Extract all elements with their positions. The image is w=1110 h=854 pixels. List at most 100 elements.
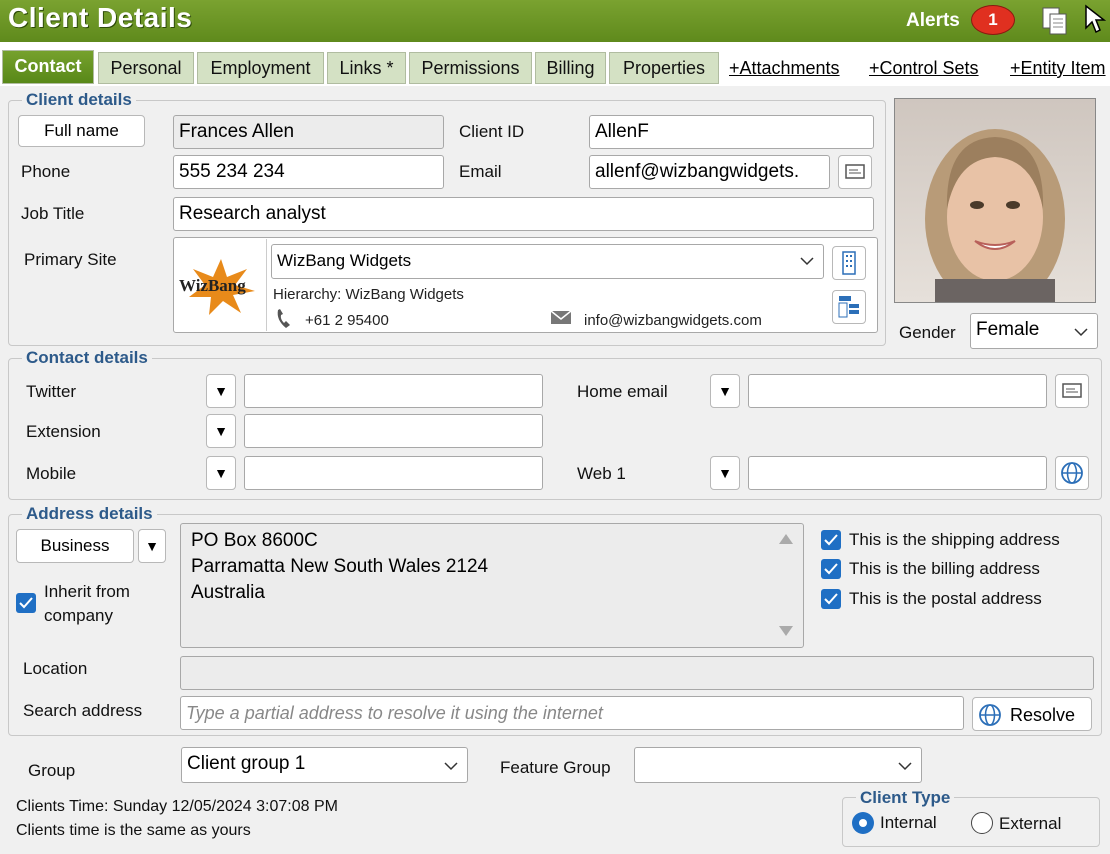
address-details-legend: Address details (22, 504, 157, 524)
globe-icon (979, 704, 1001, 726)
site-select-value: WizBang Widgets (277, 251, 412, 270)
internal-radio[interactable] (852, 812, 874, 834)
tab-contact[interactable]: Contact (2, 50, 94, 84)
client-id-field[interactable]: AllenF (589, 115, 874, 149)
address-line-2: Parramatta New South Wales 2124 (191, 556, 489, 577)
web-open-button[interactable] (1055, 456, 1089, 490)
job-title-label: Job Title (21, 204, 85, 223)
client-details-legend: Client details (22, 90, 136, 110)
mobile-type-dropdown[interactable]: ▼ (206, 456, 236, 490)
entity-item-link[interactable]: +Entity Item (1010, 58, 1110, 79)
home-email-field[interactable] (748, 374, 1047, 408)
scroll-down-icon[interactable] (779, 626, 793, 636)
billing-checkbox[interactable] (821, 559, 841, 579)
gender-value: Female (976, 319, 1040, 340)
group-label: Group (28, 761, 76, 780)
external-label: External (999, 814, 1062, 833)
clients-time: Clients Time: Sunday 12/05/2024 3:07:08 … (16, 798, 338, 815)
extension-label: Extension (26, 422, 101, 441)
inherit-checkbox[interactable] (16, 593, 36, 613)
site-select[interactable]: WizBang Widgets (271, 244, 824, 279)
extension-field[interactable] (244, 414, 543, 448)
feature-group-label: Feature Group (500, 758, 611, 777)
chevron-down-icon (444, 762, 458, 771)
tab-employment[interactable]: Employment (197, 52, 324, 84)
billing-label: This is the billing address (849, 559, 1040, 578)
phone-field[interactable]: 555 234 234 (173, 155, 444, 189)
group-value: Client group 1 (187, 753, 306, 774)
web-label: Web 1 (577, 464, 626, 483)
group-select[interactable]: Client group 1 (181, 747, 468, 783)
client-photo (894, 98, 1096, 303)
phone-icon (274, 308, 294, 335)
client-id-label: Client ID (459, 122, 525, 141)
chevron-down-icon (1074, 328, 1088, 337)
attachments-link[interactable]: +Attachments (729, 58, 840, 79)
inherit-label-1: Inherit from (44, 582, 130, 601)
email-field[interactable]: allenf@wizbangwidgets. (589, 155, 830, 189)
cursor-icon (1084, 4, 1110, 36)
tab-links[interactable]: Links * (327, 52, 406, 84)
resolve-button[interactable]: Resolve (972, 697, 1092, 731)
email-label: Email (459, 162, 502, 181)
location-field[interactable] (180, 656, 1094, 690)
scroll-up-icon[interactable] (779, 534, 793, 544)
tab-billing[interactable]: Billing (535, 52, 606, 84)
control-sets-link[interactable]: +Control Sets (869, 58, 979, 79)
extension-type-dropdown[interactable]: ▼ (206, 414, 236, 448)
site-details-button[interactable] (832, 246, 866, 280)
site-hierarchy-text: Hierarchy: WizBang Widgets (273, 286, 464, 303)
tab-properties[interactable]: Properties (609, 52, 719, 84)
copy-icon[interactable] (1040, 6, 1070, 36)
external-radio[interactable] (971, 812, 993, 834)
web-field[interactable] (748, 456, 1047, 490)
envelope-icon (550, 309, 572, 330)
time-same-note: Clients time is the same as yours (16, 822, 251, 839)
full-name-field[interactable]: Frances Allen (173, 115, 444, 149)
site-hierarchy-button[interactable] (832, 290, 866, 324)
search-address-label: Search address (23, 701, 143, 720)
home-email-type-dropdown[interactable]: ▼ (710, 374, 740, 408)
twitter-field[interactable] (244, 374, 543, 408)
mobile-label: Mobile (26, 464, 77, 483)
twitter-type-dropdown[interactable]: ▼ (206, 374, 236, 408)
mail-icon (1062, 383, 1082, 398)
primary-site-label: Primary Site (24, 250, 117, 269)
site-phone: +61 2 95400 (305, 312, 389, 329)
home-email-send-button[interactable] (1055, 374, 1089, 408)
address-type-button[interactable]: Business (16, 529, 134, 563)
shipping-label: This is the shipping address (849, 530, 1060, 549)
shipping-checkbox[interactable] (821, 530, 841, 550)
tab-personal[interactable]: Personal (98, 52, 194, 84)
job-title-field[interactable]: Research analyst (173, 197, 874, 231)
feature-group-select[interactable] (634, 747, 922, 783)
email-send-button[interactable] (838, 155, 872, 189)
full-name-button[interactable]: Full name (18, 115, 145, 147)
address-type-dropdown[interactable]: ▼ (138, 529, 166, 563)
address-textarea[interactable]: PO Box 8600C Parramatta New South Wales … (180, 523, 804, 648)
gender-label: Gender (899, 323, 956, 342)
search-address-input[interactable]: Type a partial address to resolve it usi… (180, 696, 964, 730)
resolve-label: Resolve (1010, 705, 1076, 725)
home-email-label: Home email (577, 382, 668, 401)
alerts-label[interactable]: Alerts (906, 10, 960, 32)
postal-checkbox[interactable] (821, 589, 841, 609)
gender-select[interactable]: Female (970, 313, 1098, 349)
globe-icon (1061, 462, 1083, 484)
location-label: Location (23, 659, 88, 678)
tab-permissions[interactable]: Permissions (409, 52, 532, 84)
client-type-legend: Client Type (856, 788, 955, 808)
alerts-count-badge[interactable]: 1 (971, 5, 1015, 35)
phone-label: Phone (21, 162, 71, 181)
site-email[interactable]: info@wizbangwidgets.com (584, 312, 762, 329)
page-title: Client Details (8, 2, 193, 33)
postal-label: This is the postal address (849, 589, 1042, 608)
web-type-dropdown[interactable]: ▼ (710, 456, 740, 490)
chevron-down-icon (800, 257, 814, 266)
twitter-label: Twitter (26, 382, 77, 401)
building-icon (842, 251, 856, 275)
mobile-field[interactable] (244, 456, 543, 490)
mail-icon (845, 164, 865, 179)
address-line-3: Australia (191, 582, 265, 603)
internal-label: Internal (880, 813, 937, 832)
